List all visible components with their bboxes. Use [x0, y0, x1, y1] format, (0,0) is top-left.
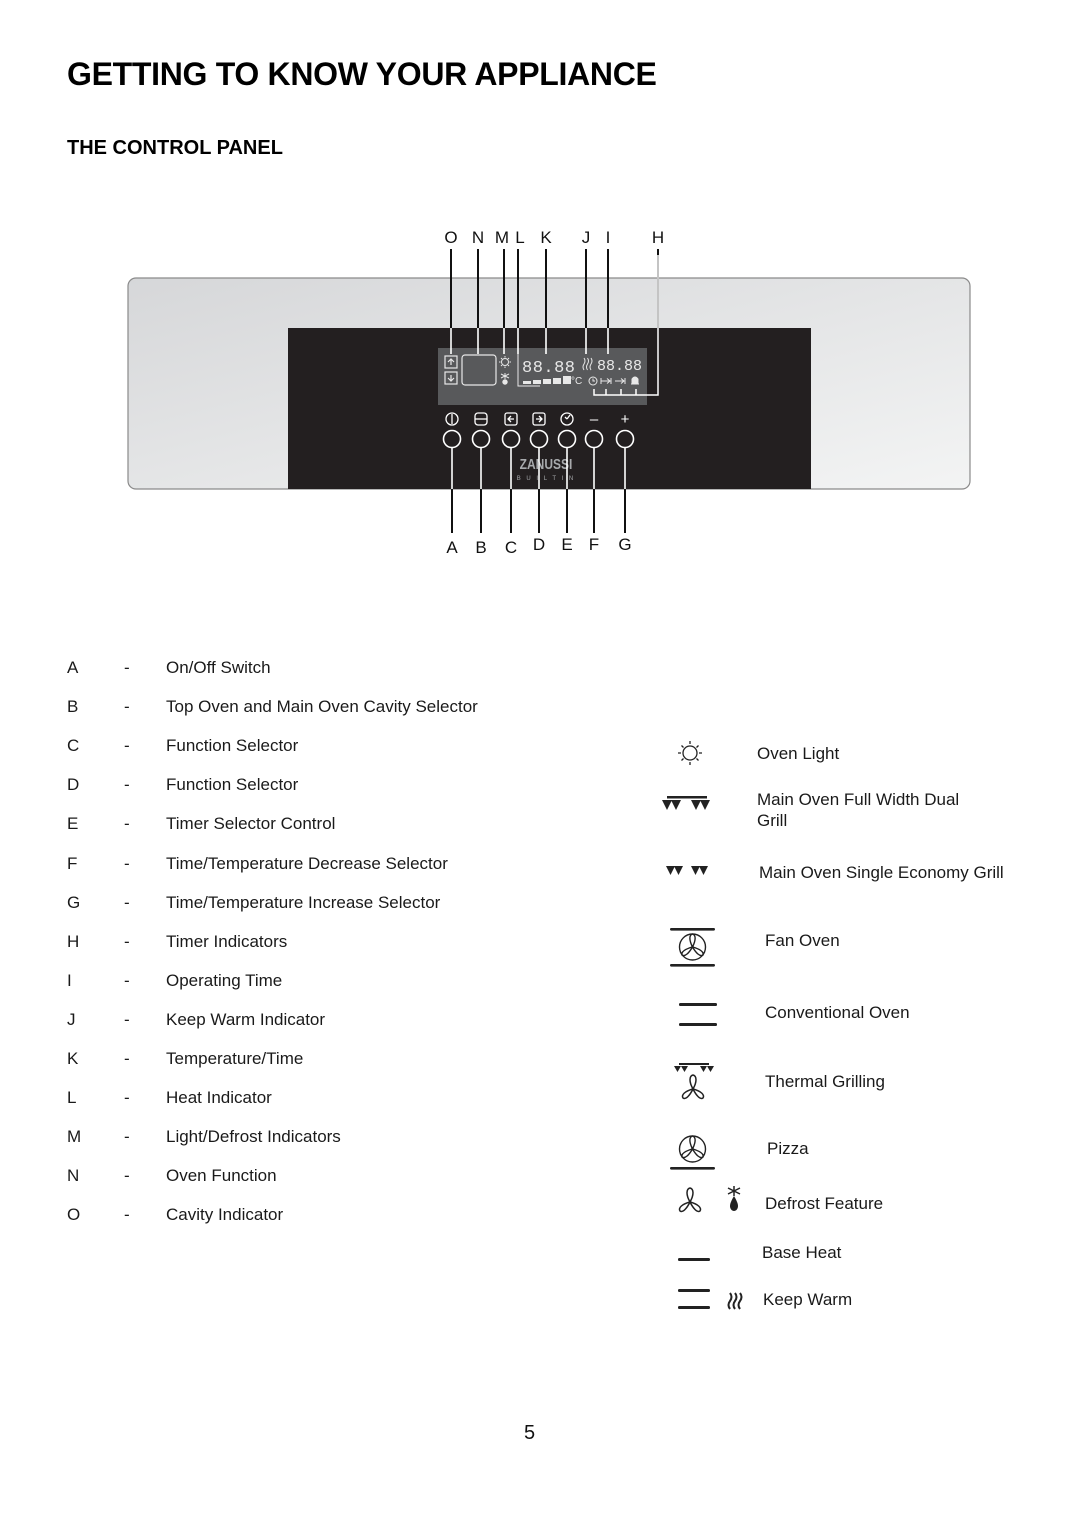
minus-icon: – — [590, 411, 599, 428]
callout-label-c: C — [505, 538, 517, 557]
callout-label-f: F — [589, 535, 599, 554]
thermal-grilling-icon — [673, 1061, 717, 1110]
symbol-label: Thermal Grilling — [765, 1072, 885, 1091]
callout-label-a: A — [446, 538, 458, 557]
legend-description: Oven Function — [166, 1166, 277, 1186]
legend-description: Function Selector — [166, 775, 299, 795]
legend-letter: I — [67, 970, 72, 990]
legend-letter: G — [67, 892, 81, 912]
temperature-unit: °C — [571, 376, 582, 387]
legend-dash: - — [124, 1205, 130, 1225]
legend-letter: B — [67, 697, 79, 717]
legend-letter: A — [67, 658, 79, 677]
fan-oven-icon — [668, 926, 718, 975]
temperature-time-readout: 88.88 — [522, 359, 576, 378]
symbol-label: Pizza — [767, 1139, 809, 1158]
legend-description: Time/Temperature Increase Selector — [166, 892, 441, 912]
legend-letter: C — [67, 736, 80, 756]
legend-letter: N — [67, 1166, 80, 1186]
legend-description: Light/Defrost Indicators — [166, 1127, 341, 1147]
legend-dash: - — [124, 814, 130, 834]
legend-dash: - — [124, 697, 130, 717]
legend-description: Operating Time — [166, 970, 283, 990]
legend-description: Temperature/Time — [166, 1049, 304, 1068]
legend-description: Cavity Indicator — [166, 1205, 284, 1225]
callout-label-j: J — [582, 228, 591, 247]
svg-text:+: + — [621, 411, 630, 428]
legend-dash: - — [124, 853, 130, 873]
plus-icon: + — [621, 411, 630, 428]
legend-description: Top Oven and Main Oven Cavity Selector — [166, 697, 478, 717]
legend-letter: H — [67, 931, 80, 951]
symbol-label: Fan Oven — [765, 931, 840, 950]
symbol-label: Defrost Feature — [765, 1194, 884, 1213]
callout-label-i: I — [606, 228, 611, 247]
legend-dash: - — [124, 1166, 130, 1186]
operating-time-readout: 88.88 — [597, 358, 642, 375]
legend-dash: - — [124, 658, 130, 677]
callout-label-h: H — [652, 228, 664, 247]
defrost-icon — [672, 1184, 752, 1225]
legend-dash: - — [124, 736, 130, 756]
legend-letter: E — [67, 814, 79, 834]
legend-dash: - — [124, 970, 130, 990]
legend-description: Keep Warm Indicator — [166, 1009, 326, 1029]
legend-dash: - — [124, 892, 130, 912]
legend-dash: - — [124, 1127, 130, 1147]
legend-dash: - — [124, 775, 130, 795]
control-panel-diagram: 88.88 °C 88.88 – + ZANUSSI B U I L T I N … — [127, 228, 971, 557]
economy-grill-icon — [662, 862, 718, 887]
legend-description: Function Selector — [166, 736, 299, 756]
dual-grill-icon — [660, 793, 716, 822]
legend-letter: D — [67, 775, 80, 795]
alarm-bell-indicator-icon — [631, 376, 639, 385]
legend-dash: - — [124, 931, 130, 951]
legend-dash: - — [124, 1009, 130, 1029]
legend-letter: J — [67, 1009, 76, 1029]
symbol-label: Main Oven Full Width Dual Grill — [757, 790, 960, 830]
page-number: 5 — [524, 1422, 536, 1444]
legend-letter: F — [67, 853, 78, 873]
callout-label-b: B — [475, 538, 486, 557]
symbol-label: Main Oven Single Economy Grill — [759, 863, 1004, 882]
legend-letter: M — [67, 1127, 82, 1147]
callout-label-n: N — [472, 228, 484, 247]
callout-label-k: K — [540, 228, 552, 247]
legend-description: Timer Selector Control — [166, 814, 336, 834]
oven-light-icon — [670, 738, 710, 773]
callout-label-d: D — [533, 535, 545, 554]
symbol-label: Conventional Oven — [765, 1003, 910, 1022]
symbol-label: Keep Warm — [763, 1290, 853, 1309]
legend-description: Time/Temperature Decrease Selector — [166, 853, 448, 873]
legend-description: Timer Indicators — [166, 931, 288, 951]
brand-logo: ZANUSSI — [520, 456, 573, 472]
conventional-oven-icon — [677, 1001, 721, 1036]
legend-letter: L — [67, 1088, 77, 1108]
symbol-label: Oven Light — [757, 744, 840, 763]
svg-text:–: – — [590, 411, 599, 428]
base-heat-icon — [676, 1250, 716, 1270]
callout-label-m: M — [495, 228, 509, 247]
legend-letter: K — [67, 1049, 79, 1068]
legend-dash: - — [124, 1049, 130, 1068]
legend-description: Heat Indicator — [166, 1088, 272, 1108]
callout-label-e: E — [561, 535, 572, 554]
symbol-label: Base Heat — [762, 1243, 842, 1262]
keep-warm-icon — [676, 1286, 756, 1321]
legend-dash: - — [124, 1088, 130, 1108]
callout-label-l: L — [515, 228, 524, 247]
legend-description: On/Off Switch — [166, 658, 271, 677]
callout-label-o: O — [444, 228, 457, 247]
legend-letter: O — [67, 1205, 81, 1225]
callout-label-g: G — [618, 535, 631, 554]
pizza-icon — [668, 1130, 718, 1179]
